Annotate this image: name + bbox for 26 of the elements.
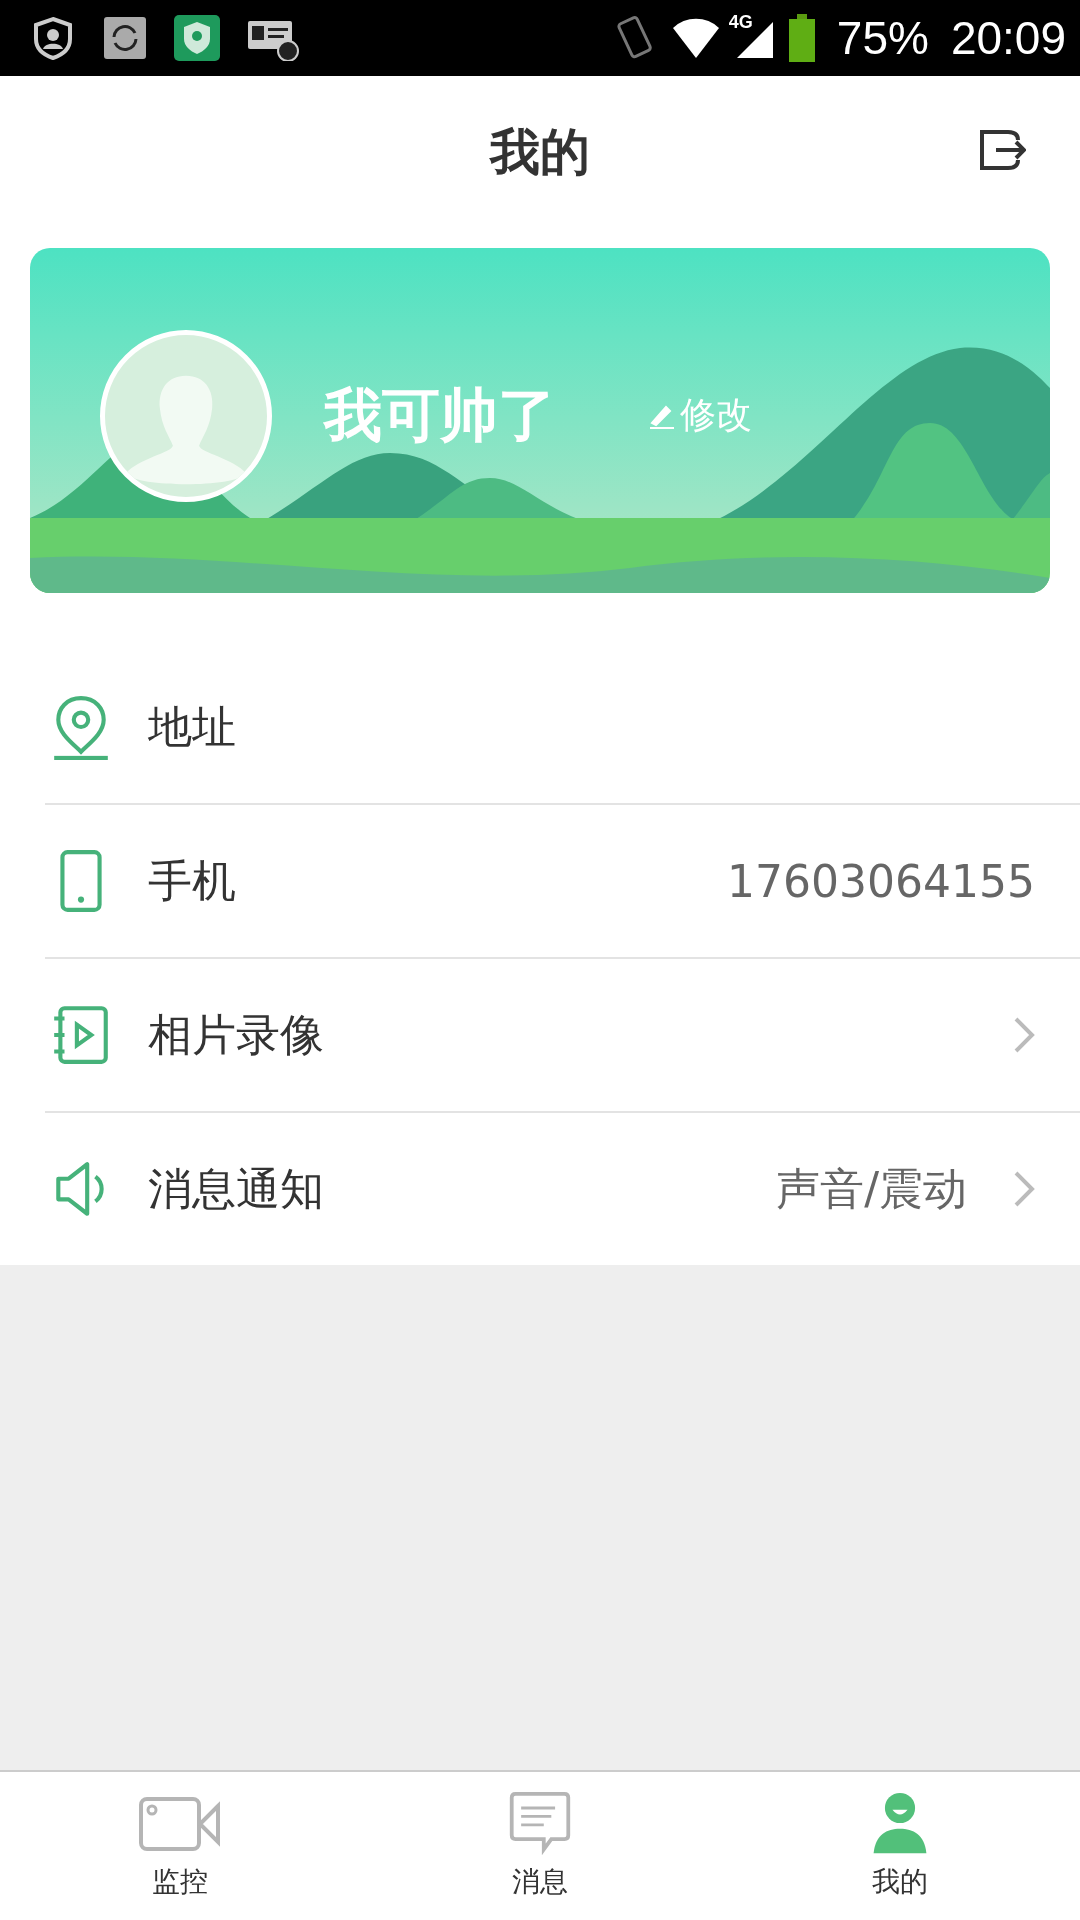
tab-label: 我的 [872, 1864, 928, 1900]
menu-row[interactable]: 地址 [45, 651, 1080, 805]
menu-value: 17603064155 [727, 855, 1035, 907]
sync-icon [102, 15, 148, 61]
tab[interactable]: 我的 [720, 1772, 1080, 1920]
menu-row[interactable]: 相片录像 [45, 959, 1080, 1113]
menu-label: 消息通知 [148, 1161, 324, 1216]
tab-label: 监控 [152, 1864, 208, 1900]
menu-label: 手机 [148, 853, 236, 908]
location-pin-icon [52, 694, 110, 760]
page-title: 我的 [490, 121, 590, 183]
menu-label: 相片录像 [148, 1007, 324, 1062]
shield-icon [174, 15, 220, 61]
clock: 20:09 [950, 11, 1066, 65]
network-type: 4G [728, 12, 753, 33]
tab[interactable]: 消息 [360, 1772, 720, 1920]
wifi-icon [670, 16, 721, 60]
menu-row[interactable]: 手机 17603064155 [45, 805, 1080, 959]
tab-label: 消息 [512, 1864, 568, 1900]
battery-percentage: 75% [836, 11, 929, 65]
menu-row[interactable]: 消息通知 声音/震动 [45, 1113, 1080, 1265]
menu-label: 地址 [148, 699, 236, 754]
battery-icon [788, 14, 815, 62]
tab[interactable]: 监控 [0, 1772, 360, 1920]
user-name: 我可帅了 [324, 379, 556, 451]
menu-value: 声音/震动 [776, 1161, 967, 1216]
